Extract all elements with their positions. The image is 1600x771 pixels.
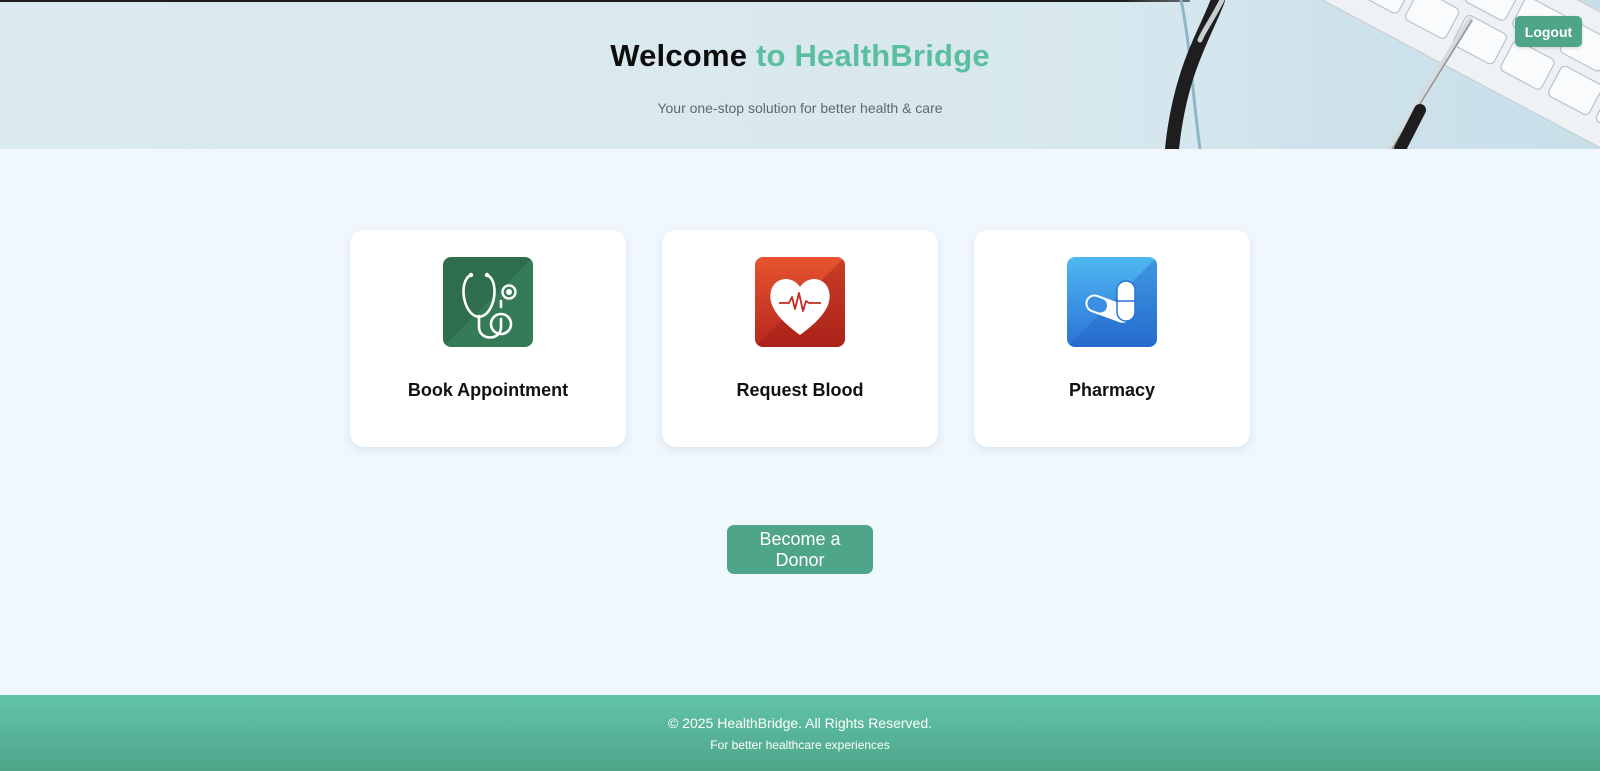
- card-label-pharmacy: Pharmacy: [1068, 380, 1156, 400]
- title-welcome: Welcome: [610, 38, 748, 73]
- hero-header: Welcome to HealthBridge Your one-stop so…: [0, 0, 1600, 149]
- title-brand: to HealthBridge: [755, 38, 990, 73]
- card-request-blood[interactable]: Request Blood: [662, 230, 938, 447]
- card-label-request-blood: Request Blood: [736, 380, 864, 400]
- card-label-book-appointment: Book Appointment: [407, 380, 569, 400]
- pill-capsule-icon: [1067, 257, 1157, 347]
- become-donor-button[interactable]: Become a Donor: [727, 525, 873, 574]
- logout-button[interactable]: Logout: [1515, 16, 1582, 47]
- page-title: Welcome to HealthBridge: [0, 38, 1600, 74]
- heart-pulse-icon: [755, 257, 845, 347]
- page-subtitle: Your one-stop solution for better health…: [657, 100, 943, 116]
- footer-copyright: © 2025 HealthBridge. All Rights Reserved…: [667, 715, 932, 731]
- page: Welcome to HealthBridge Your one-stop so…: [0, 0, 1600, 771]
- card-book-appointment[interactable]: Book Appointment: [350, 230, 626, 447]
- footer-tagline: For better healthcare experiences: [710, 738, 890, 752]
- top-border: [0, 0, 1190, 2]
- stethoscope-icon: [443, 257, 533, 347]
- footer: © 2025 HealthBridge. All Rights Reserved…: [0, 695, 1600, 771]
- card-pharmacy[interactable]: Pharmacy: [974, 230, 1250, 447]
